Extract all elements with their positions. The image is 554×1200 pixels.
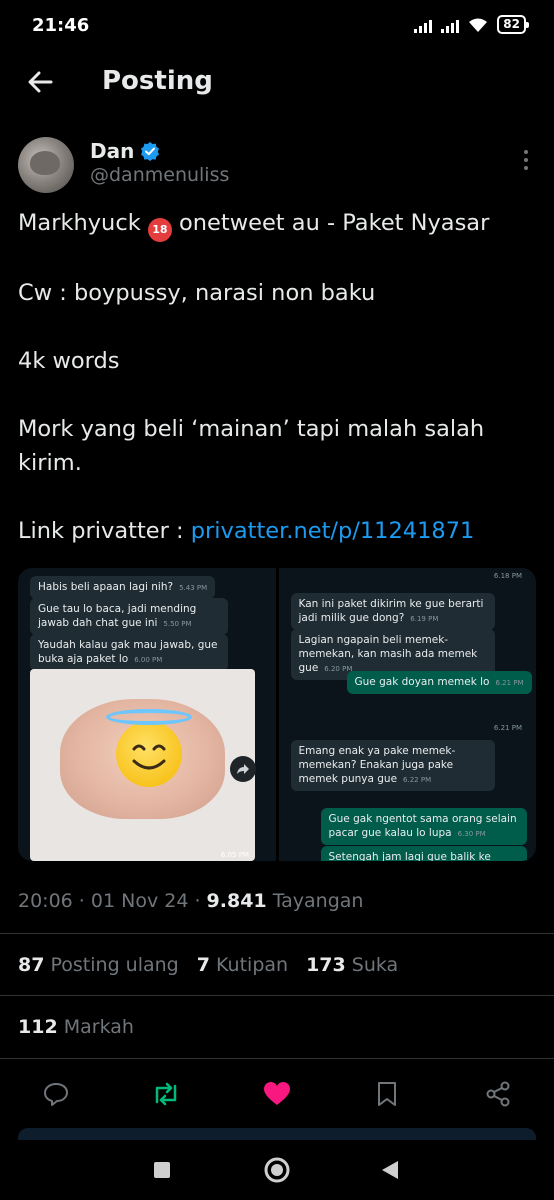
reposts-stat[interactable]: 87 Posting ulang [18,954,179,976]
link-prefix: Link privatter : [18,518,191,544]
status-time: 21:46 [32,15,90,36]
chat-bubble: Habis beli apaan lagi nih? 5.43 PM [30,576,216,599]
media-grid: Habis beli apaan lagi nih? 5.43 PM Gue ta… [18,568,536,861]
system-nav-bar [0,1140,554,1200]
chat-bubble: Setengah jam lagi gue balik ke kosan. [320,846,527,861]
chat-bubble: Yaudah kalau gak mau jawab, gue buka aja… [30,634,228,671]
back-nav-button[interactable] [370,1154,410,1186]
tweet-line-1-end: onetweet au - Paket Nyasar [171,210,490,236]
share-button[interactable] [478,1074,518,1114]
chat-bubble: Kan ini paket dikirim ke gue berarti jad… [290,593,495,630]
age-18-icon: 18 [147,218,172,242]
tweet-line-1-start: Markhyuck [18,210,148,236]
verified-badge-icon [141,142,160,161]
tweet-text: Markhyuck 18 onetweet au - Paket Nyasar … [18,206,538,548]
quotes-stat[interactable]: 7 Kutipan [197,954,288,976]
chat-bubble: Gue gak doyan memek lo 6.21 PM [346,671,532,694]
author-handle[interactable]: @danmenuliss [90,164,229,186]
author-name[interactable]: Dan [90,139,134,163]
tweet-line-4: Mork yang beli ‘mainan’ tapi malah salah… [18,416,485,476]
status-icons: 82 [414,15,529,34]
back-arrow-icon [28,71,53,93]
engagement-stats: 87 Posting ulang 7 Kutipan 173 Suka [18,954,398,976]
triangle-back-icon [382,1161,398,1179]
author-name-row[interactable]: Dan [90,139,160,163]
reply-button[interactable] [36,1074,76,1114]
battery-icon: 82 [497,15,529,34]
signal-icon [414,17,433,33]
avatar[interactable] [18,137,74,193]
chat-photo: 6.05 PM [30,669,255,861]
repost-button[interactable] [146,1074,186,1114]
post-timestamp: 20:06 · 01 Nov 24 · 9.841 Tayangan [18,890,364,912]
share-icon [486,1081,510,1107]
privatter-link[interactable]: privatter.net/p/11241871 [191,518,475,544]
media-image-right[interactable]: 6.18 PM Kan ini paket dikirim ke gue ber… [278,568,536,861]
status-bar: 21:46 82 [0,0,554,50]
divider [0,1058,554,1059]
like-button[interactable] [257,1074,297,1114]
chat-bubble: Emang enak ya pake memek-memekan? Enakan… [290,740,495,791]
more-options-button[interactable] [516,150,536,170]
halo-icon [106,709,192,725]
divider [0,995,554,996]
home-button[interactable] [257,1154,297,1186]
page-title: Posting [102,66,213,96]
back-button[interactable] [20,64,60,100]
chat-bubble: Gue gak ngentot sama orang selain pacar … [320,808,527,845]
forward-icon[interactable] [230,756,256,782]
bookmarks-stat[interactable]: 112 Markah [18,1016,134,1038]
tweet-line-3: 4k words [18,348,120,374]
bookmark-icon [378,1082,396,1106]
circle-icon [264,1157,290,1183]
action-bar [0,1066,554,1122]
media-image-left[interactable]: Habis beli apaan lagi nih? 5.43 PM Gue ta… [18,568,276,861]
signal-icon-2 [441,17,460,33]
square-icon [154,1162,170,1178]
repost-icon [155,1082,177,1106]
chat-bubble: Gue tau lo baca, jadi mending jawab dah … [30,598,228,635]
recents-button[interactable] [142,1154,182,1186]
heart-icon [264,1082,290,1105]
reply-icon [44,1083,68,1106]
likes-stat[interactable]: 173 Suka [306,954,398,976]
wifi-icon [469,18,488,32]
divider [0,933,554,934]
smiley-emoji-icon [116,721,182,787]
top-bar: Posting [0,50,554,114]
tweet-line-2: Cw : boypussy, narasi non baku [18,280,376,306]
bookmark-button[interactable] [367,1074,407,1114]
